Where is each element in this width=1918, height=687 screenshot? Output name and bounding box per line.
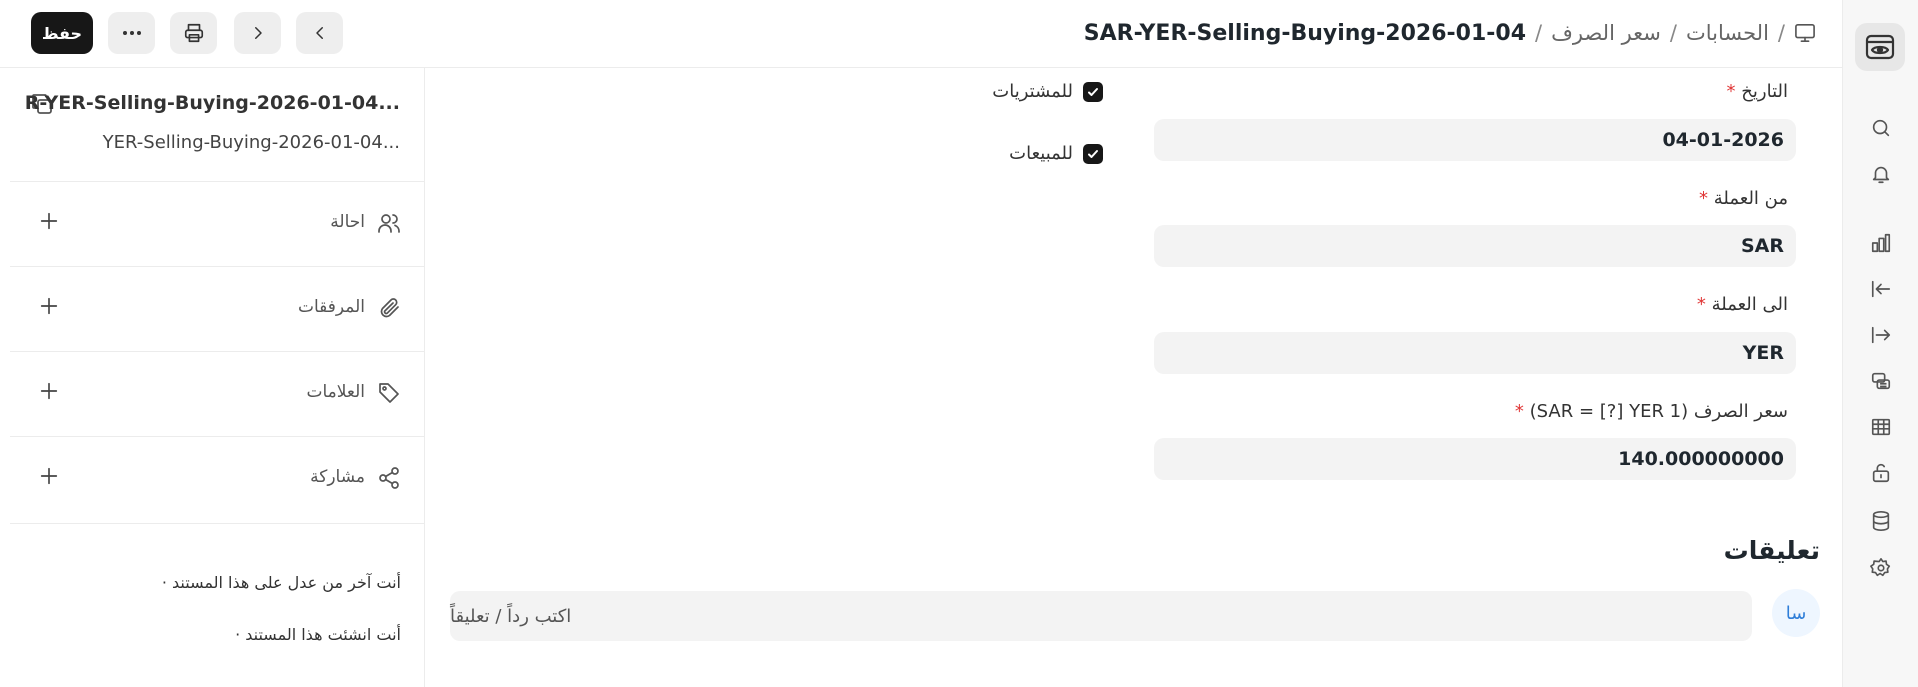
sidebar-section-tags[interactable]: العلامات — [10, 351, 425, 436]
add-share-icon[interactable] — [38, 465, 60, 487]
next-button[interactable] — [234, 12, 281, 54]
for-buying-checkbox[interactable] — [1083, 81, 1103, 102]
breadcrumb: / الحسابات / سعر الصرف / SAR-YER-Selling… — [1084, 15, 1816, 51]
bar-chart-icon[interactable] — [1868, 230, 1894, 256]
users-icon — [377, 211, 401, 235]
sidebar-doc-title: R-YER-Selling-Buying-2026-01-04... — [24, 92, 400, 114]
coins-icon[interactable] — [1868, 368, 1894, 394]
date-label-text: التاريخ — [1741, 81, 1788, 102]
top-bar: حفظ / الحسابات / سعر الصرف / SAR-YER-Sel… — [0, 0, 1842, 68]
from-currency-field[interactable]: SAR — [1154, 225, 1796, 267]
for-buying-checkbox-row[interactable]: للمشتريات — [992, 81, 1103, 102]
bell-icon[interactable] — [1868, 161, 1894, 187]
sidebar-section-attachments[interactable]: المرفقات — [10, 266, 425, 351]
activity-item-modified: أنت آخر من عدل على هذا المستند · — [161, 573, 401, 592]
more-icon — [122, 30, 142, 36]
app-logo[interactable] — [1855, 23, 1905, 71]
from-currency-label-text: من العملة — [1713, 188, 1788, 209]
sidebar-section-share[interactable]: مشاركة — [10, 436, 425, 521]
exchange-rate-label-text: سعر الصرف (SAR = [?] YER 1) — [1529, 401, 1788, 422]
sidebar-item-label: مشاركة — [310, 467, 365, 487]
document-sidebar: R-YER-Selling-Buying-2026-01-04... YER-S… — [10, 68, 425, 687]
chevron-left-icon — [311, 24, 329, 42]
breadcrumb-current-doc: SAR-YER-Selling-Buying-2026-01-04 — [1083, 20, 1527, 46]
add-tag-icon[interactable] — [38, 380, 60, 402]
save-button[interactable]: حفظ — [31, 12, 93, 54]
for-buying-label: للمشتريات — [992, 81, 1073, 102]
for-selling-checkbox-row[interactable]: للمبيعات — [1009, 143, 1103, 164]
add-assign-icon[interactable] — [38, 210, 60, 232]
required-mark: * — [1514, 401, 1524, 422]
to-currency-label: الى العملة * — [1697, 294, 1788, 315]
sidebar-doc-subtitle: YER-Selling-Buying-2026-01-04... — [102, 132, 400, 153]
paperclip-icon — [377, 296, 401, 320]
date-label: التاريخ * — [1727, 81, 1788, 102]
exchange-rate-field[interactable]: 140.000000000 — [1154, 438, 1796, 480]
sidebar-item-label: احالة — [330, 212, 365, 232]
to-currency-label-text: الى العملة — [1711, 294, 1788, 315]
tag-icon — [377, 381, 401, 405]
previous-button[interactable] — [296, 12, 343, 54]
gear-icon[interactable] — [1868, 555, 1894, 581]
eye-icon — [1864, 32, 1896, 62]
add-attachment-icon[interactable] — [38, 295, 60, 317]
breadcrumb-separator: / — [1535, 21, 1543, 45]
comments-title: تعليقات — [1723, 536, 1820, 565]
expand-right-icon[interactable] — [1868, 322, 1894, 348]
for-selling-label: للمبيعات — [1009, 143, 1073, 164]
search-icon[interactable] — [1868, 115, 1894, 141]
exchange-rate-label: سعر الصرف (SAR = [?] YER 1) * — [1515, 401, 1788, 422]
table-icon[interactable] — [1868, 414, 1894, 440]
activity-section: أنت آخر من عدل على هذا المستند · أنت انش… — [10, 523, 425, 687]
activity-item-created: أنت انشئت هذا المستند · — [235, 625, 401, 644]
breadcrumb-separator: / — [1777, 21, 1785, 45]
sidebar-item-label: المرفقات — [297, 297, 365, 317]
more-options-button[interactable] — [108, 12, 155, 54]
required-mark: * — [1699, 188, 1709, 209]
breadcrumb-accounts[interactable]: الحسابات — [1686, 21, 1769, 45]
avatar: سا — [1772, 589, 1820, 637]
from-currency-label: من العملة * — [1699, 188, 1788, 209]
required-mark: * — [1726, 81, 1736, 102]
unlock-icon[interactable] — [1868, 460, 1894, 486]
icon-rail — [1842, 0, 1918, 687]
print-button[interactable] — [170, 12, 217, 54]
sidebar-item-label: العلامات — [306, 382, 365, 402]
comment-input[interactable]: اكتب رداً / تعليقاً — [450, 591, 1752, 641]
database-icon[interactable] — [1868, 508, 1894, 534]
required-mark: * — [1696, 294, 1706, 315]
to-currency-field[interactable]: YER — [1154, 332, 1796, 374]
for-selling-checkbox[interactable] — [1083, 143, 1103, 164]
desk-icon[interactable] — [1794, 23, 1816, 43]
sidebar-section-assign[interactable]: احالة — [10, 181, 425, 266]
breadcrumb-separator: / — [1669, 21, 1677, 45]
breadcrumb-exchange-rate[interactable]: سعر الصرف — [1551, 21, 1661, 45]
exchange-rate-form: التاريخ * 04-01-2026 من العملة * SAR الى… — [426, 68, 1842, 687]
share-icon — [377, 466, 401, 490]
chevron-right-icon — [249, 24, 267, 42]
collapse-left-icon[interactable] — [1868, 276, 1894, 302]
date-field[interactable]: 04-01-2026 — [1154, 119, 1796, 161]
printer-icon — [183, 22, 205, 44]
